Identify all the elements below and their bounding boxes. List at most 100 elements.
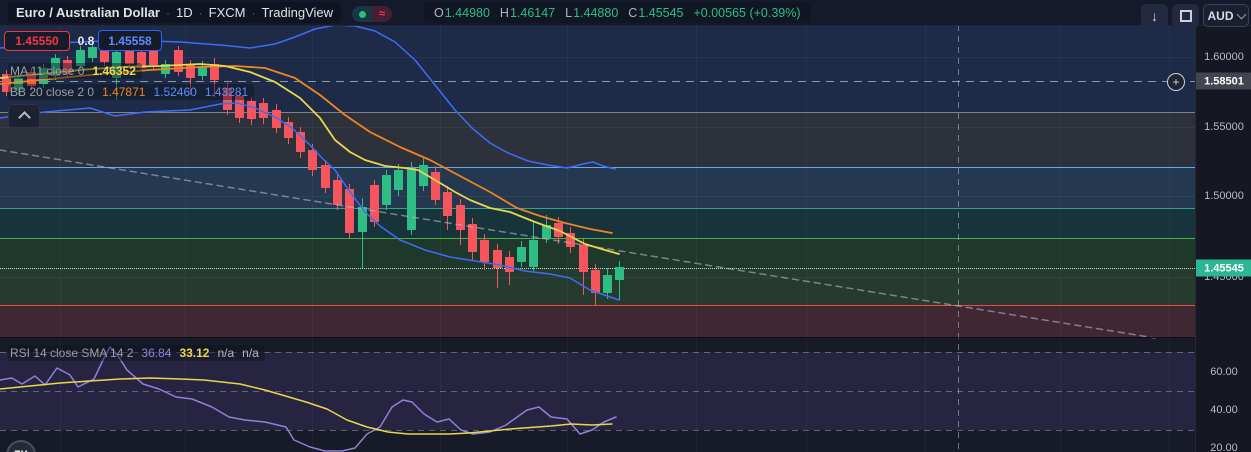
teal-zone xyxy=(0,208,1195,238)
candle-body xyxy=(174,50,183,72)
candle-body xyxy=(321,165,330,188)
candle-body xyxy=(296,132,305,152)
separator-dot: · xyxy=(166,5,170,20)
candle-body xyxy=(554,223,563,237)
plus-glyph: + xyxy=(1172,75,1180,89)
candle-body xyxy=(186,64,195,78)
horizontal-gridline xyxy=(0,127,1195,128)
stop-price-value: 1.45550 xyxy=(15,34,59,48)
change-value: +0.00565 (+0.39%) xyxy=(693,5,801,20)
ma-title: MA 11 close 0 xyxy=(10,64,85,78)
alert-price-axis-box[interactable]: 1.58501 xyxy=(1196,72,1251,90)
platform-label: TradingView xyxy=(261,5,334,20)
separator-dot: · xyxy=(198,5,203,20)
bb-lower-value: 1.43281 xyxy=(204,85,249,99)
market-status-toggle[interactable]: ≈ xyxy=(352,6,392,22)
rsi-na-value: n/a xyxy=(217,346,235,360)
candle-body xyxy=(308,150,317,170)
bb-indicator-row[interactable]: BB 20 close 2 0 1.47871 1.52460 1.43281 xyxy=(8,84,255,100)
candle-body xyxy=(456,205,465,230)
axis-tick-label: 1.55000 xyxy=(1204,121,1244,133)
candle-body xyxy=(247,101,256,119)
axis-tick-label: 20.00 xyxy=(1210,442,1238,452)
candle-body xyxy=(579,245,588,272)
separator-dot: · xyxy=(251,5,256,20)
candle-body xyxy=(100,50,109,62)
rsi-sma-value: 33.12 xyxy=(179,346,210,360)
candle-body xyxy=(431,172,440,200)
candle-body xyxy=(468,224,477,252)
blue-zone xyxy=(0,167,1195,208)
last-price-value: 1.45545 xyxy=(1204,262,1244,274)
close-value: 1.45545 xyxy=(638,5,684,20)
chevron-down-icon xyxy=(1236,9,1246,19)
rsi-title: RSI 14 close SMA 14 2 xyxy=(10,346,134,360)
status-dot-segment xyxy=(352,6,372,22)
bb-upper-value: 1.52460 xyxy=(153,85,197,99)
entry-price-tag[interactable]: 1.45558 xyxy=(98,30,162,51)
high-label: H xyxy=(499,5,509,20)
download-arrow-icon: ↓ xyxy=(1151,7,1158,24)
position-quantity: 0.8 xyxy=(74,33,98,49)
candle-body xyxy=(443,192,452,216)
tradingview-chart-window: Euro / Australian Dollar · 1D · FXCM · T… xyxy=(0,0,1251,452)
entry-price-value: 1.45558 xyxy=(108,33,152,48)
gray-zone xyxy=(0,112,1195,167)
approx-segment: ≈ xyxy=(372,6,392,22)
candle-body xyxy=(603,275,612,293)
vertical-gridline xyxy=(312,25,313,452)
market-open-dot-icon xyxy=(358,10,366,18)
exchange-label: FXCM xyxy=(208,5,246,20)
candle-body xyxy=(591,270,600,293)
ohlc-readout: O 1.44980 H 1.46147 L 1.44880 C 1.45545 +0.0… xyxy=(424,2,811,23)
candle-body xyxy=(529,240,538,267)
candle-body xyxy=(333,180,342,205)
ma-value: 1.46352 xyxy=(92,64,136,78)
close-label: C xyxy=(628,5,638,20)
fullscreen-icon xyxy=(1179,9,1192,22)
candle-body xyxy=(358,207,367,232)
pane-separator[interactable] xyxy=(0,337,1195,338)
add-alert-plus-icon[interactable]: + xyxy=(1167,73,1185,91)
candle-body xyxy=(272,110,281,128)
candle-body xyxy=(259,103,268,118)
axis-tick-label: 1.50000 xyxy=(1204,190,1244,202)
candle-body xyxy=(370,185,379,222)
alert-price-line[interactable] xyxy=(0,81,1195,82)
timeframe-label[interactable]: 1D xyxy=(176,5,193,20)
open-label: O xyxy=(434,5,444,20)
candle-body xyxy=(198,66,207,76)
candle-body xyxy=(382,175,391,205)
candle-body xyxy=(480,240,489,262)
axis-tick-label: 1.60000 xyxy=(1204,51,1244,63)
horizontal-gridline xyxy=(0,196,1195,197)
axis-tick-label: 60.00 xyxy=(1210,366,1238,378)
fullscreen-button[interactable] xyxy=(1172,4,1199,27)
candle-body xyxy=(419,165,428,186)
vertical-gridline xyxy=(806,25,807,452)
rsi-indicator-row[interactable]: RSI 14 close SMA 14 2 36.84 33.12 n/a n/… xyxy=(8,345,265,361)
axis-tick-label: 40.00 xyxy=(1210,404,1238,416)
ma-indicator-row[interactable]: MA 11 close 0 1.46352 xyxy=(8,63,142,79)
chart-header-bar: Euro / Australian Dollar · 1D · FXCM · T… xyxy=(0,0,1251,26)
candle-body xyxy=(505,257,514,272)
currency-label: AUD xyxy=(1207,8,1234,23)
candle-body xyxy=(210,64,219,80)
download-button[interactable]: ↓ xyxy=(1141,4,1168,27)
bb-basis-value: 1.47871 xyxy=(102,85,146,99)
vertical-gridline xyxy=(925,25,926,452)
stop-price-tag[interactable]: 1.45550 xyxy=(4,31,70,51)
price-axis[interactable]: 20.00 40.00 60.00 1.45000 1.50000 1.55000 1.60… xyxy=(1195,25,1251,452)
candle-body xyxy=(566,233,575,247)
red-zone xyxy=(0,305,1195,337)
quantity-value: 0.8 xyxy=(77,34,95,48)
high-value: 1.46147 xyxy=(509,5,556,20)
collapse-pane-button[interactable] xyxy=(8,104,40,128)
symbol-title[interactable]: Euro / Australian Dollar · 1D · FXCM · T… xyxy=(8,2,342,23)
currency-dropdown[interactable]: AUD xyxy=(1203,4,1249,27)
last-price-axis-box: 1.45545 xyxy=(1196,259,1251,277)
candle-body xyxy=(493,250,502,268)
symbol-name[interactable]: Euro / Australian Dollar xyxy=(16,5,160,20)
candle-body xyxy=(407,168,416,230)
candle-body xyxy=(284,122,293,138)
